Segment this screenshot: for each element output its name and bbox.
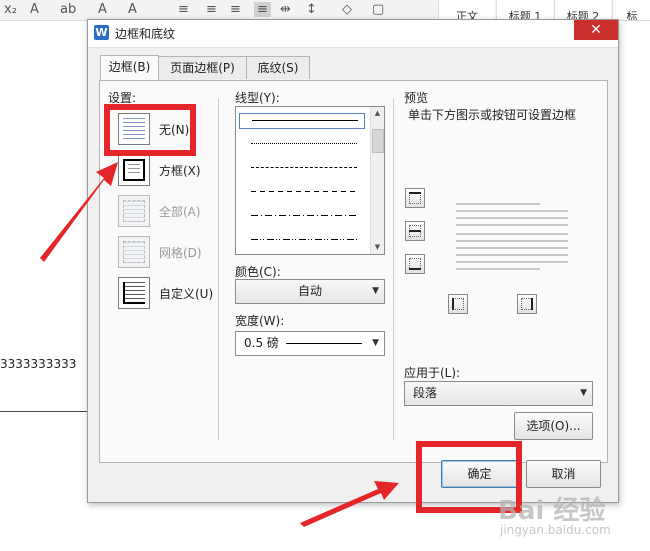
width-value: 0.5 磅 bbox=[244, 336, 279, 350]
setting-all-icon bbox=[118, 195, 150, 227]
width-label: 宽度(W): bbox=[235, 314, 285, 328]
char-shading-icon[interactable]: A bbox=[128, 2, 137, 17]
dialog-title: 边框和底纹 bbox=[115, 27, 176, 41]
subscript-icon[interactable]: x₂ bbox=[4, 2, 17, 17]
line-style-dash-dot[interactable] bbox=[239, 209, 363, 223]
preview-hint: 单击下方图示或按钮可设置边框 bbox=[408, 108, 577, 122]
dropdown-arrow-icon: ▼ bbox=[580, 388, 587, 398]
shading-fill-icon[interactable]: ◇ bbox=[342, 2, 352, 17]
top-border-button[interactable] bbox=[405, 188, 425, 208]
color-value: 自动 bbox=[297, 284, 322, 298]
watermark-brand: Bai 经验 bbox=[498, 496, 606, 526]
options-button[interactable]: 选项(O)... bbox=[514, 412, 593, 440]
column-divider-right bbox=[393, 98, 394, 440]
left-border-button[interactable] bbox=[448, 294, 468, 314]
setting-box-icon[interactable] bbox=[118, 154, 150, 186]
bottom-border-button[interactable] bbox=[405, 254, 425, 274]
inside-horizontal-border-button[interactable] bbox=[405, 221, 425, 241]
dialog-titlebar[interactable]: W 边框和底纹 ✕ bbox=[88, 20, 618, 48]
font-color-icon[interactable]: A bbox=[98, 2, 107, 17]
line-style-dashed-fine[interactable] bbox=[239, 161, 363, 175]
text-effect-icon[interactable]: A bbox=[30, 2, 39, 17]
distributed-icon[interactable]: ⇹ bbox=[280, 2, 291, 17]
align-right-icon[interactable]: ≡ bbox=[230, 2, 241, 17]
style-heading-2[interactable]: 标题 2 bbox=[554, 0, 611, 20]
setting-grid-label: 网格(D) bbox=[159, 246, 202, 260]
preview-area[interactable] bbox=[456, 203, 568, 275]
apply-to-dropdown[interactable]: 段落 ▼ bbox=[404, 381, 593, 406]
dropdown-arrow-icon: ▼ bbox=[372, 286, 379, 296]
style-normal[interactable]: 正文 bbox=[438, 0, 495, 20]
dropdown-arrow-icon: ▼ bbox=[372, 338, 379, 348]
border-icon[interactable]: ▢ bbox=[372, 2, 384, 17]
scroll-down-icon[interactable]: ▼ bbox=[372, 242, 383, 253]
setting-custom-label[interactable]: 自定义(U) bbox=[159, 285, 213, 302]
width-dropdown[interactable]: 0.5 磅 ▼ bbox=[235, 331, 385, 356]
line-style-label: 线型(Y): bbox=[235, 91, 280, 105]
line-style-solid[interactable] bbox=[239, 113, 365, 129]
borders-shading-dialog: W 边框和底纹 ✕ 边框(B) 页面边框(P) 底纹(S) 设置: 无(N) 方… bbox=[87, 19, 619, 503]
phonetic-guide-icon[interactable]: ab bbox=[60, 2, 76, 17]
setting-box-label[interactable]: 方框(X) bbox=[159, 162, 201, 179]
scroll-thumb[interactable] bbox=[372, 129, 384, 153]
line-style-list[interactable]: ▲ ▼ bbox=[235, 106, 385, 255]
ribbon-toolbar: x₂ A ab A A ≡ ≡ ≡ ≡ ⇹ ↕ ◇ ▢ 正文 标题 1 标题 2… bbox=[0, 0, 650, 21]
cancel-button[interactable]: 取消 bbox=[526, 460, 601, 488]
setting-grid-icon bbox=[118, 236, 150, 268]
scroll-up-icon[interactable]: ▲ bbox=[372, 108, 383, 119]
highlight-box-none bbox=[104, 104, 196, 156]
document-text: 3333333333 bbox=[0, 357, 77, 371]
wps-writer-icon: W bbox=[94, 25, 109, 40]
document-rule bbox=[0, 411, 88, 412]
apply-to-label: 应用于(L): bbox=[404, 366, 461, 380]
tab-page-borders[interactable]: 页面边框(P) bbox=[158, 56, 247, 79]
align-center-icon[interactable]: ≡ bbox=[206, 2, 217, 17]
preview-label: 预览 bbox=[404, 91, 429, 105]
close-icon: ✕ bbox=[590, 22, 602, 38]
line-style-scrollbar[interactable]: ▲ ▼ bbox=[370, 107, 384, 254]
style-heading-3[interactable]: 标 bbox=[612, 0, 650, 20]
apply-to-value: 段落 bbox=[413, 386, 438, 400]
align-left-icon[interactable]: ≡ bbox=[178, 2, 189, 17]
line-style-dashed[interactable] bbox=[239, 185, 363, 199]
color-dropdown[interactable]: 自动 ▼ bbox=[235, 279, 385, 304]
line-style-dotted[interactable] bbox=[239, 137, 363, 151]
column-divider-left bbox=[218, 98, 219, 440]
setting-all-label: 全部(A) bbox=[159, 205, 201, 219]
watermark-url: jingyan.baidu.com bbox=[500, 523, 611, 537]
tab-borders[interactable]: 边框(B) bbox=[100, 55, 159, 80]
line-style-dash-dot-dot[interactable] bbox=[239, 233, 363, 247]
width-sample-line bbox=[286, 343, 362, 344]
line-spacing-icon[interactable]: ↕ bbox=[306, 2, 317, 17]
justify-icon[interactable]: ≡ bbox=[254, 2, 271, 17]
style-heading-1[interactable]: 标题 1 bbox=[496, 0, 553, 20]
tab-shading[interactable]: 底纹(S) bbox=[246, 56, 310, 79]
style-label: 标 bbox=[626, 10, 638, 20]
color-label: 颜色(C): bbox=[235, 265, 281, 279]
setting-custom-icon[interactable] bbox=[118, 277, 150, 309]
right-border-button[interactable] bbox=[517, 294, 537, 314]
close-button[interactable]: ✕ bbox=[574, 20, 618, 40]
